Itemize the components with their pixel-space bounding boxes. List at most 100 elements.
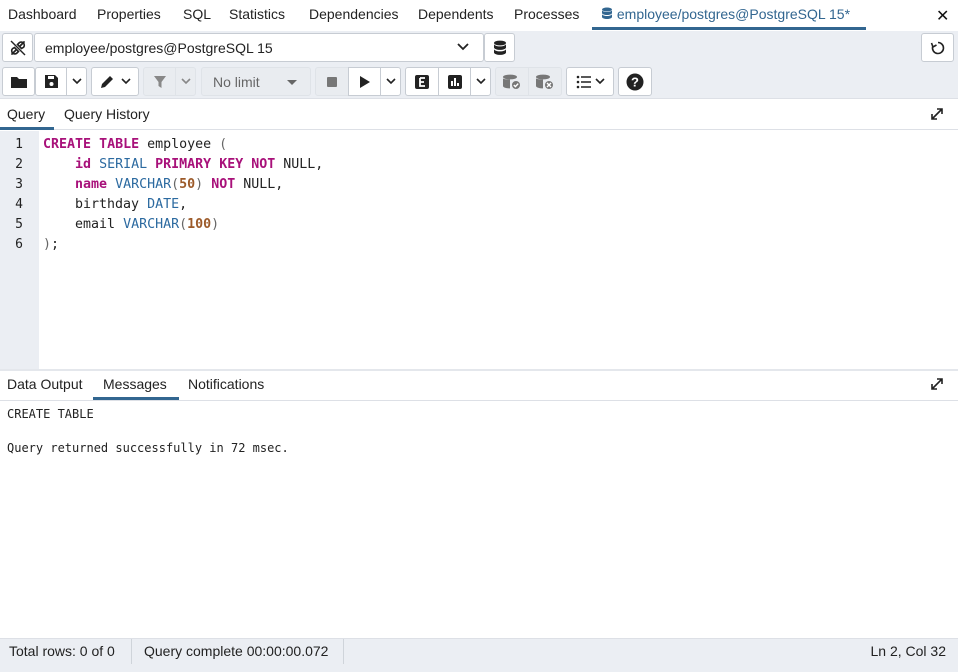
refresh-connection-button[interactable] bbox=[921, 33, 954, 62]
code-line: email VARCHAR(100) bbox=[43, 217, 219, 232]
close-tab-icon[interactable]: ✕ bbox=[936, 6, 949, 26]
connection-bar: employee/postgres@PostgreSQL 15 bbox=[0, 31, 958, 65]
database-commit-icon bbox=[503, 74, 521, 90]
filter-options-dropdown[interactable] bbox=[175, 67, 196, 96]
chevron-down-icon bbox=[180, 78, 191, 85]
filter-button[interactable] bbox=[143, 67, 176, 96]
tab-messages[interactable]: Messages bbox=[103, 376, 167, 392]
chevron-down-icon bbox=[121, 78, 131, 85]
code-token: ) bbox=[211, 217, 220, 232]
execute-button[interactable] bbox=[348, 67, 381, 96]
row-limit-value: No limit bbox=[213, 74, 260, 90]
code-token: TABLE bbox=[99, 137, 140, 152]
code-token: ) bbox=[43, 237, 52, 252]
line-number-gutter: 1 2 3 4 5 6 bbox=[0, 131, 39, 369]
maximize-icon[interactable] bbox=[930, 377, 944, 391]
main-tab-bar: Dashboard Properties SQL Statistics Depe… bbox=[0, 0, 958, 31]
svg-text:?: ? bbox=[631, 74, 639, 89]
code-line: CREATE TABLE employee ( bbox=[43, 137, 227, 152]
save-options-dropdown[interactable] bbox=[66, 67, 87, 96]
status-divider bbox=[343, 639, 344, 664]
output-tab-bar: Data Output Messages Notifications bbox=[0, 371, 958, 401]
line-number: 3 bbox=[15, 177, 23, 192]
tab-data-output[interactable]: Data Output bbox=[7, 376, 83, 392]
code-token: VARCHAR bbox=[123, 217, 180, 232]
macros-button[interactable] bbox=[566, 67, 614, 96]
active-tab-indicator bbox=[93, 397, 179, 400]
row-limit-select[interactable]: No limit bbox=[201, 67, 311, 96]
tab-sql[interactable]: SQL bbox=[183, 6, 211, 22]
message-line: Query returned successfully in 72 msec. bbox=[7, 441, 289, 455]
code-token: ( bbox=[179, 217, 188, 232]
message-line: CREATE TABLE bbox=[7, 407, 94, 421]
commit-button[interactable] bbox=[495, 67, 529, 96]
tab-notifications[interactable]: Notifications bbox=[188, 376, 264, 392]
connection-select[interactable]: employee/postgres@PostgreSQL 15 bbox=[34, 33, 484, 62]
rollback-button[interactable] bbox=[528, 67, 562, 96]
code-token: NULL, bbox=[275, 157, 324, 172]
code-token: , bbox=[179, 197, 188, 212]
tab-dashboard[interactable]: Dashboard bbox=[8, 6, 77, 22]
list-icon bbox=[576, 75, 591, 88]
code-token: PRIMARY bbox=[155, 157, 212, 172]
tab-processes[interactable]: Processes bbox=[514, 6, 579, 22]
tab-query[interactable]: Query bbox=[7, 106, 45, 122]
code-token: SERIAL bbox=[99, 157, 148, 172]
chevron-down-icon bbox=[594, 78, 605, 85]
help-button[interactable]: ? bbox=[618, 67, 652, 96]
tab-query-history[interactable]: Query History bbox=[64, 106, 150, 122]
tab-properties[interactable]: Properties bbox=[97, 6, 161, 22]
cursor-position-status: Ln 2, Col 32 bbox=[870, 643, 947, 659]
editor-tab-bar: Query Query History bbox=[0, 99, 958, 130]
code-line: id SERIAL PRIMARY KEY NOT NULL, bbox=[43, 157, 323, 172]
active-tab-indicator bbox=[592, 27, 866, 30]
explain-analyze-button[interactable] bbox=[438, 67, 471, 96]
maximize-icon[interactable] bbox=[930, 107, 944, 121]
new-connection-button[interactable] bbox=[484, 33, 515, 62]
code-token: ( bbox=[219, 137, 228, 152]
chevron-down-icon bbox=[385, 78, 396, 85]
open-file-button[interactable] bbox=[2, 67, 35, 96]
tab-query-tool[interactable]: employee/postgres@PostgreSQL 15* bbox=[601, 6, 850, 22]
tab-dependencies[interactable]: Dependencies bbox=[309, 6, 399, 22]
code-token: name bbox=[75, 177, 108, 192]
messages-panel: CREATE TABLE Query returned successfully… bbox=[0, 402, 958, 638]
query-complete-status: Query complete 00:00:00.072 bbox=[144, 643, 329, 659]
save-file-button[interactable] bbox=[35, 67, 67, 96]
line-number: 5 bbox=[15, 217, 23, 232]
explain-icon bbox=[415, 74, 429, 89]
folder-icon bbox=[10, 76, 27, 88]
code-token: ) bbox=[195, 177, 204, 192]
sql-editor[interactable]: 1 2 3 4 5 6 CREATE TABLE employee ( id SERIAL… bbox=[0, 131, 958, 369]
disconnected-plug-icon bbox=[10, 40, 25, 55]
database-rollback-icon bbox=[536, 74, 554, 90]
code-token: ; bbox=[51, 237, 60, 252]
connection-status-button[interactable] bbox=[2, 33, 33, 62]
play-icon bbox=[359, 75, 370, 88]
chevron-down-icon bbox=[475, 78, 486, 85]
tab-statistics[interactable]: Statistics bbox=[229, 6, 285, 22]
code-token: employee bbox=[139, 137, 220, 152]
total-rows-status: Total rows: 0 of 0 bbox=[9, 643, 115, 659]
tab-dependents[interactable]: Dependents bbox=[418, 6, 494, 22]
connection-select-value: employee/postgres@PostgreSQL 15 bbox=[45, 40, 273, 56]
edit-options-button[interactable] bbox=[91, 67, 139, 96]
active-tab-indicator bbox=[0, 127, 54, 130]
chevron-down-icon bbox=[71, 78, 82, 85]
code-token: 50 bbox=[179, 177, 196, 192]
code-token: NOT bbox=[211, 177, 236, 192]
line-number: 4 bbox=[15, 197, 23, 212]
pencil-icon bbox=[101, 75, 113, 88]
database-icon bbox=[602, 7, 612, 19]
code-token: NULL, bbox=[235, 177, 284, 192]
explain-button[interactable] bbox=[405, 67, 439, 96]
code-line: birthday DATE, bbox=[43, 197, 187, 212]
caret-down-icon bbox=[287, 80, 297, 85]
explain-options-dropdown[interactable] bbox=[470, 67, 491, 96]
stop-button[interactable] bbox=[315, 67, 349, 96]
reset-icon bbox=[930, 41, 944, 54]
execute-options-dropdown[interactable] bbox=[380, 67, 401, 96]
